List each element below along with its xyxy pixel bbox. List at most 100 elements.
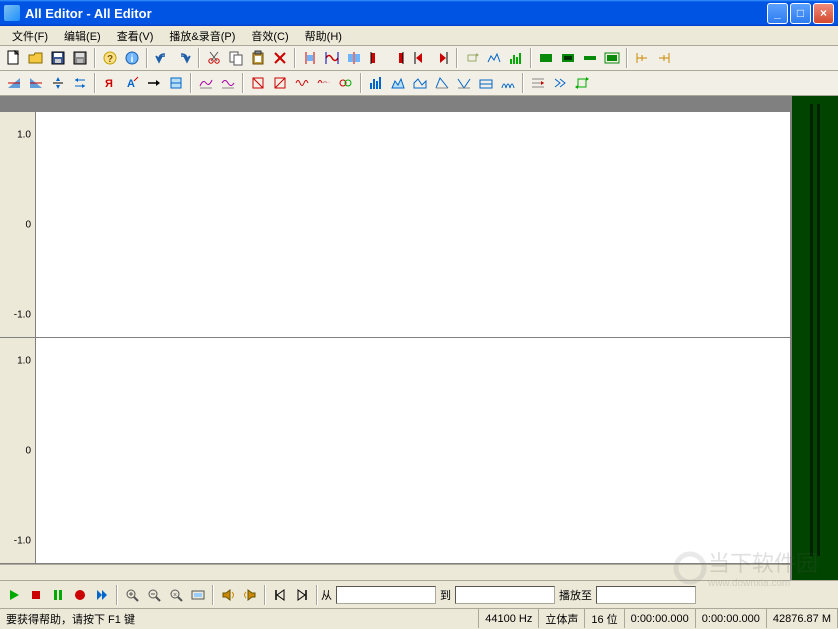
from-field[interactable] bbox=[336, 586, 436, 604]
minimize-button[interactable]: _ bbox=[767, 3, 788, 24]
status-ram: 42876.87 M bbox=[767, 609, 838, 628]
maximize-button[interactable]: □ bbox=[790, 3, 811, 24]
env2-icon[interactable] bbox=[387, 72, 409, 94]
eq1-icon[interactable] bbox=[195, 72, 217, 94]
normalize-icon[interactable] bbox=[47, 72, 69, 94]
fast-forward-button[interactable] bbox=[91, 584, 113, 606]
invert-select-icon[interactable] bbox=[343, 47, 365, 69]
filter1-icon[interactable] bbox=[247, 72, 269, 94]
to-field[interactable] bbox=[455, 586, 555, 604]
env3-icon[interactable] bbox=[409, 72, 431, 94]
stretch-icon[interactable] bbox=[527, 72, 549, 94]
spectrum-icon[interactable] bbox=[505, 47, 527, 69]
separator bbox=[146, 48, 148, 68]
ruler-area: 1.0 0 -1.0 1.0 0 -1.0 bbox=[0, 96, 790, 580]
speaker-left-icon[interactable] bbox=[217, 584, 239, 606]
play-button[interactable] bbox=[3, 584, 25, 606]
delete-icon[interactable] bbox=[269, 47, 291, 69]
separator bbox=[190, 73, 192, 93]
zoom-out-icon[interactable] bbox=[579, 47, 601, 69]
zoom-sel-button[interactable] bbox=[187, 584, 209, 606]
menu-view[interactable]: 查看(V) bbox=[109, 26, 162, 46]
zoom-fit-button[interactable]: × bbox=[165, 584, 187, 606]
trim-icon[interactable] bbox=[299, 47, 321, 69]
level-meters bbox=[790, 96, 838, 580]
stop-button[interactable] bbox=[25, 584, 47, 606]
saveas-icon[interactable] bbox=[69, 47, 91, 69]
menu-effects[interactable]: 音效(C) bbox=[243, 26, 296, 46]
record-button[interactable] bbox=[69, 584, 91, 606]
cut-icon[interactable] bbox=[203, 47, 225, 69]
go-start-button[interactable] bbox=[269, 584, 291, 606]
env5-icon[interactable] bbox=[453, 72, 475, 94]
next-marker-icon[interactable] bbox=[431, 47, 453, 69]
phase-icon[interactable] bbox=[549, 72, 571, 94]
pause-button[interactable] bbox=[47, 584, 69, 606]
waveform-right[interactable] bbox=[36, 338, 790, 563]
select-all-icon[interactable] bbox=[321, 47, 343, 69]
copy-icon[interactable] bbox=[225, 47, 247, 69]
open-icon[interactable] bbox=[25, 47, 47, 69]
separator bbox=[264, 585, 266, 605]
zoom-in-icon[interactable] bbox=[557, 47, 579, 69]
snap-left-icon[interactable] bbox=[631, 47, 653, 69]
app-icon bbox=[4, 5, 20, 21]
zoom-full-icon[interactable] bbox=[601, 47, 623, 69]
analyze-icon[interactable] bbox=[483, 47, 505, 69]
silence-icon[interactable]: Я bbox=[99, 72, 121, 94]
redo-icon[interactable] bbox=[173, 47, 195, 69]
env6-icon[interactable] bbox=[475, 72, 497, 94]
window-controls: _ □ × bbox=[767, 3, 834, 24]
amplify-icon[interactable]: A bbox=[121, 72, 143, 94]
repeat-icon[interactable] bbox=[461, 47, 483, 69]
help-icon[interactable]: ? bbox=[99, 47, 121, 69]
from-label: 从 bbox=[321, 587, 332, 603]
playto-field[interactable] bbox=[596, 586, 696, 604]
horizontal-scrollbar[interactable] bbox=[0, 564, 790, 580]
echo-icon[interactable] bbox=[335, 72, 357, 94]
zoom-in-button[interactable] bbox=[121, 584, 143, 606]
save-icon[interactable] bbox=[47, 47, 69, 69]
svg-text:A: A bbox=[127, 78, 135, 90]
mark-start-icon[interactable] bbox=[365, 47, 387, 69]
paste-icon[interactable] bbox=[247, 47, 269, 69]
prev-marker-icon[interactable] bbox=[409, 47, 431, 69]
fadeout-icon[interactable] bbox=[25, 72, 47, 94]
menu-play-record[interactable]: 播放&录音(P) bbox=[161, 26, 243, 46]
time-ruler[interactable] bbox=[0, 96, 790, 112]
mark-end-icon[interactable] bbox=[387, 47, 409, 69]
tracks: 1.0 0 -1.0 1.0 0 -1.0 bbox=[0, 112, 790, 564]
amp-label: 0 bbox=[25, 219, 31, 230]
env1-icon[interactable] bbox=[365, 72, 387, 94]
separator bbox=[316, 585, 318, 605]
separator bbox=[212, 585, 214, 605]
fadein-icon[interactable] bbox=[3, 72, 25, 94]
delay-icon[interactable] bbox=[313, 72, 335, 94]
menu-help[interactable]: 帮助(H) bbox=[297, 26, 350, 46]
process-icon[interactable] bbox=[165, 72, 187, 94]
about-icon[interactable]: i bbox=[121, 47, 143, 69]
menu-edit[interactable]: 编辑(E) bbox=[56, 26, 109, 46]
loop-icon[interactable] bbox=[571, 72, 593, 94]
amplitude-ruler-right: 1.0 0 -1.0 bbox=[0, 338, 36, 563]
go-end-button[interactable] bbox=[291, 584, 313, 606]
svg-text:i: i bbox=[131, 54, 134, 65]
speaker-right-icon[interactable] bbox=[239, 584, 261, 606]
env7-icon[interactable] bbox=[497, 72, 519, 94]
eq2-icon[interactable] bbox=[217, 72, 239, 94]
window-title: All Editor - All Editor bbox=[25, 6, 767, 21]
close-button[interactable]: × bbox=[813, 3, 834, 24]
waveform-left[interactable] bbox=[36, 112, 790, 337]
filter2-icon[interactable] bbox=[269, 72, 291, 94]
undo-icon[interactable] bbox=[151, 47, 173, 69]
arrow-right-icon[interactable] bbox=[143, 72, 165, 94]
snap-right-icon[interactable] bbox=[653, 47, 675, 69]
new-icon[interactable] bbox=[3, 47, 25, 69]
menu-file[interactable]: 文件(F) bbox=[4, 26, 56, 46]
zoom-out-button[interactable] bbox=[143, 584, 165, 606]
main-toolbar: ? i bbox=[0, 46, 838, 71]
reverse-icon[interactable] bbox=[69, 72, 91, 94]
env4-icon[interactable] bbox=[431, 72, 453, 94]
zoom-sel-icon[interactable] bbox=[535, 47, 557, 69]
chorus-icon[interactable] bbox=[291, 72, 313, 94]
